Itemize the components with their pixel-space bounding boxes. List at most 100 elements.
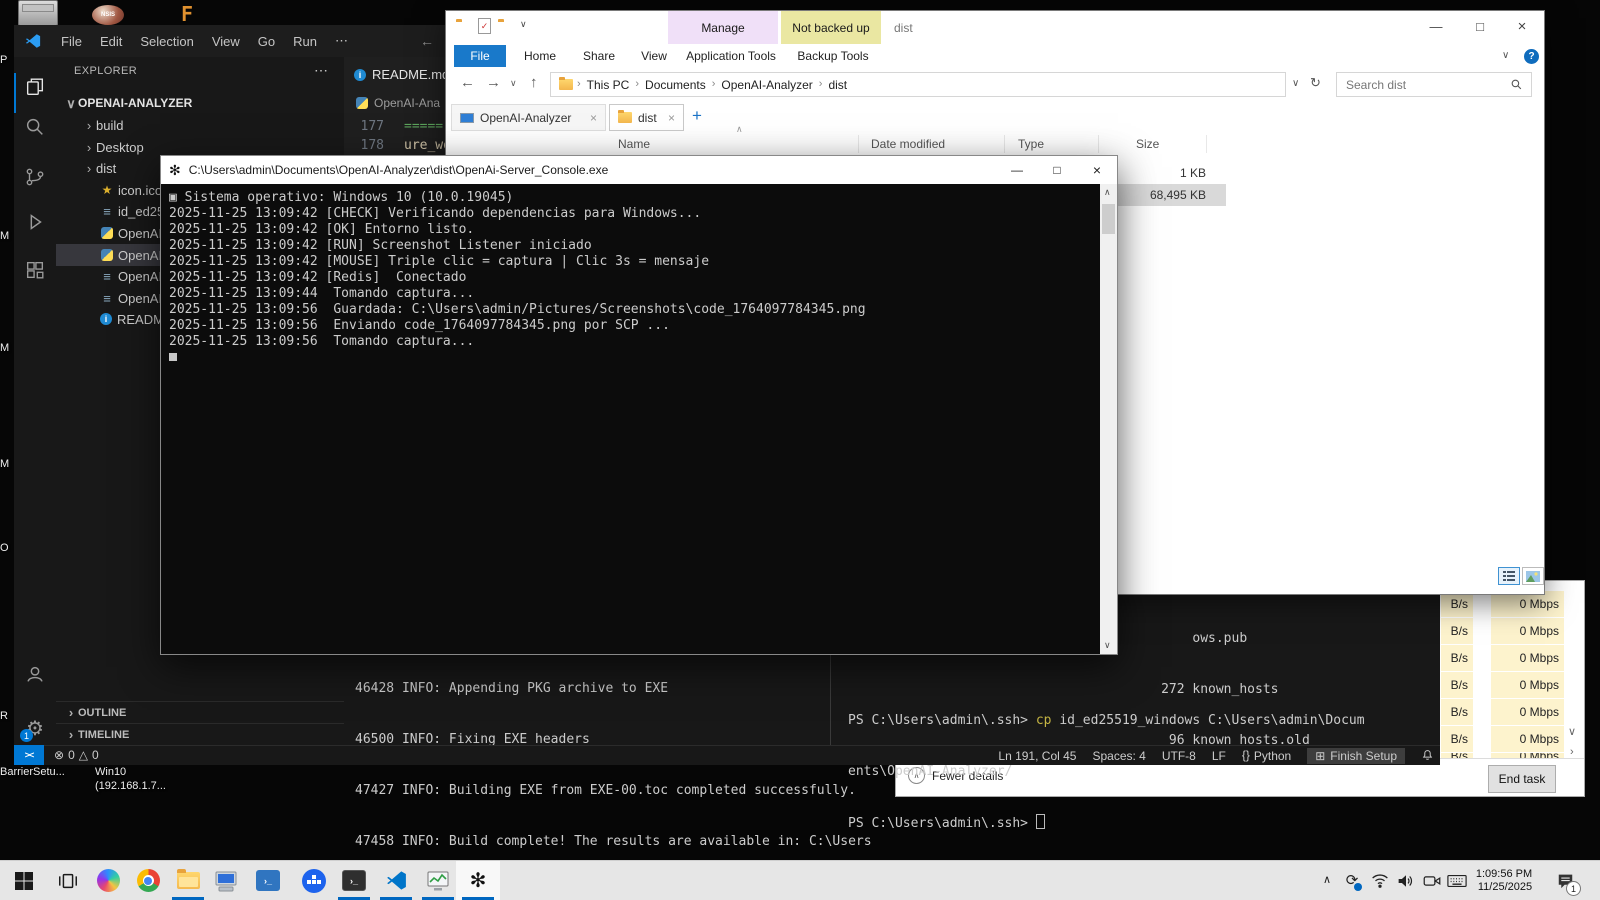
breadcrumb-openai-analyzer[interactable]: OpenAI-Analyzer xyxy=(715,78,818,92)
minimize-button[interactable]: — xyxy=(997,157,1037,183)
tray-clock[interactable]: 1:09:56 PM 11/25/2025 xyxy=(1466,861,1542,900)
desktop-label-win10[interactable]: Win10 xyxy=(95,766,126,778)
ribbon-tab-share[interactable]: Share xyxy=(574,45,624,67)
notification-center-icon[interactable]: 1 xyxy=(1550,861,1581,900)
close-button[interactable]: × xyxy=(1077,157,1117,183)
close-tab-icon[interactable]: × xyxy=(668,112,675,124)
desktop-icon-box[interactable] xyxy=(18,0,58,26)
address-bar[interactable]: › This PC › Documents › OpenAI-Analyzer … xyxy=(550,72,1286,97)
remote-indicator[interactable]: >< xyxy=(14,745,44,765)
cursor-position[interactable]: Ln 191, Col 45 xyxy=(998,749,1076,763)
qat-customize-icon[interactable]: ∨ xyxy=(520,20,527,29)
bell-icon[interactable] xyxy=(1421,749,1434,762)
remote-desktop-icon[interactable] xyxy=(204,861,248,900)
refresh-icon[interactable]: ↻ xyxy=(1310,76,1321,89)
outline-section[interactable]: › OUTLINE xyxy=(56,701,344,723)
powershell-icon[interactable]: ›_ xyxy=(246,861,290,900)
settings-gear-icon[interactable]: ⚙ 1 xyxy=(20,716,47,742)
encoding[interactable]: UTF-8 xyxy=(1162,749,1196,763)
column-divider[interactable] xyxy=(1206,135,1207,153)
menu-run[interactable]: Run xyxy=(284,34,326,49)
view-toggle-thumbnails[interactable] xyxy=(1522,567,1544,585)
task-view-button[interactable] xyxy=(46,861,90,900)
start-button[interactable] xyxy=(2,861,46,900)
minimize-button[interactable]: — xyxy=(1414,11,1458,41)
search-icon[interactable] xyxy=(23,115,47,139)
nav-up-icon[interactable]: ↑ xyxy=(530,75,538,90)
desktop-label-barrier[interactable]: BarrierSetu... xyxy=(0,766,65,778)
breadcrumb-dist[interactable]: dist xyxy=(822,78,853,92)
chrome-icon[interactable] xyxy=(126,861,170,900)
menu-go[interactable]: Go xyxy=(249,34,284,49)
ribbon-collapse-icon[interactable]: ∨ xyxy=(1502,51,1509,61)
tab-readme[interactable]: i README.md xyxy=(344,57,458,92)
breadcrumb-documents[interactable]: Documents xyxy=(639,78,712,92)
eol-setting[interactable]: LF xyxy=(1212,749,1226,763)
menu-more-icon[interactable]: ⋯ xyxy=(326,33,357,49)
search-magnifier-icon[interactable] xyxy=(1510,78,1523,91)
close-tab-icon[interactable]: × xyxy=(590,112,597,124)
account-icon[interactable] xyxy=(23,662,47,686)
column-header-type[interactable]: Type xyxy=(1018,133,1088,155)
task-manager-icon[interactable] xyxy=(416,861,460,900)
taskman-scroll-down-icon[interactable]: ∨ xyxy=(1568,727,1576,738)
language-mode[interactable]: {} Python xyxy=(1242,749,1291,763)
desktop-icon-orange[interactable]: F xyxy=(181,2,201,26)
help-icon[interactable]: ? xyxy=(1524,49,1539,64)
desktop-icon-nsis[interactable]: NSIS xyxy=(92,5,124,25)
problems-status[interactable]: ⊗ 0 △ 0 xyxy=(54,748,99,762)
qat-check-icon[interactable]: ✓ xyxy=(478,18,491,34)
search-box[interactable]: Search dist xyxy=(1336,72,1532,97)
new-tab-icon[interactable]: + xyxy=(692,107,702,124)
timeline-section[interactable]: › TIMELINE xyxy=(56,723,344,745)
ribbon-tab-file[interactable]: File xyxy=(454,45,506,67)
menu-file[interactable]: File xyxy=(52,34,91,49)
address-dropdown-icon[interactable]: ∨ xyxy=(1292,79,1299,89)
scroll-down-icon[interactable]: ∨ xyxy=(1104,641,1111,650)
ribbon-tab-backup-tools[interactable]: Backup Tools xyxy=(788,45,878,67)
nav-forward-icon[interactable]: → xyxy=(486,75,501,90)
ribbon-tab-view[interactable]: View xyxy=(630,45,678,67)
close-button[interactable]: × xyxy=(1500,11,1544,41)
copilot-icon[interactable] xyxy=(86,861,130,900)
nav-back-icon[interactable]: ← xyxy=(413,33,441,49)
maximize-button[interactable]: □ xyxy=(1037,157,1077,183)
explorer-view-icon[interactable] xyxy=(23,75,47,99)
terminal-icon[interactable]: ›_ xyxy=(332,861,376,900)
taskman-scroll-right-icon[interactable]: › xyxy=(1570,747,1574,758)
column-divider[interactable] xyxy=(858,135,859,153)
column-header-date[interactable]: Date modified xyxy=(871,133,991,155)
nav-back-icon[interactable]: ← xyxy=(460,75,475,90)
tree-root-openai-analyzer[interactable]: ∨ OPENAI-ANALYZER xyxy=(56,92,344,114)
tray-volume-icon[interactable] xyxy=(1394,861,1418,900)
menu-edit[interactable]: Edit xyxy=(91,34,131,49)
chatgpt-icon[interactable]: ✻ xyxy=(456,861,500,900)
tray-wifi-icon[interactable] xyxy=(1368,861,1392,900)
finish-setup-button[interactable]: ⊞ Finish Setup xyxy=(1307,747,1405,764)
console-titlebar[interactable]: ✻ C:\Users\admin\Documents\OpenAI-Analyz… xyxy=(161,156,1117,184)
menu-selection[interactable]: Selection xyxy=(131,34,202,49)
folder-tab-dist[interactable]: dist × xyxy=(609,104,684,131)
run-debug-icon[interactable] xyxy=(23,210,47,234)
explorer-more-icon[interactable]: ⋯ xyxy=(314,63,328,77)
tray-show-hidden-icons[interactable]: ∧ xyxy=(1316,861,1338,900)
scroll-up-icon[interactable]: ∧ xyxy=(1104,188,1111,197)
breadcrumb-this-pc[interactable]: This PC xyxy=(581,78,636,92)
docker-icon[interactable] xyxy=(292,861,336,900)
folder-tab-openai-analyzer[interactable]: OpenAI-Analyzer × xyxy=(451,104,606,131)
console-scrollbar[interactable]: ∧ ∨ xyxy=(1100,184,1117,654)
maximize-button[interactable]: □ xyxy=(1458,11,1502,41)
nav-history-icon[interactable]: ∨ xyxy=(510,79,517,88)
column-header-size[interactable]: Size xyxy=(1136,133,1196,155)
tree-item-build[interactable]: › build xyxy=(56,114,344,136)
vscode-icon[interactable] xyxy=(374,861,418,900)
view-toggle-list[interactable] xyxy=(1498,567,1520,585)
ribbon-tab-application-tools[interactable]: Application Tools xyxy=(676,45,786,67)
tray-meet-now-icon[interactable] xyxy=(1420,861,1444,900)
breadcrumb[interactable]: OpenAI-Ana xyxy=(356,96,440,110)
column-divider[interactable] xyxy=(1004,135,1005,153)
source-control-icon[interactable] xyxy=(23,165,47,189)
end-task-button[interactable]: End task xyxy=(1488,765,1556,793)
terminal-right-pane[interactable]: PS C:\Users\admin\.ssh> cp id_ed25519_wi… xyxy=(848,678,1365,866)
indent-setting[interactable]: Spaces: 4 xyxy=(1092,749,1145,763)
